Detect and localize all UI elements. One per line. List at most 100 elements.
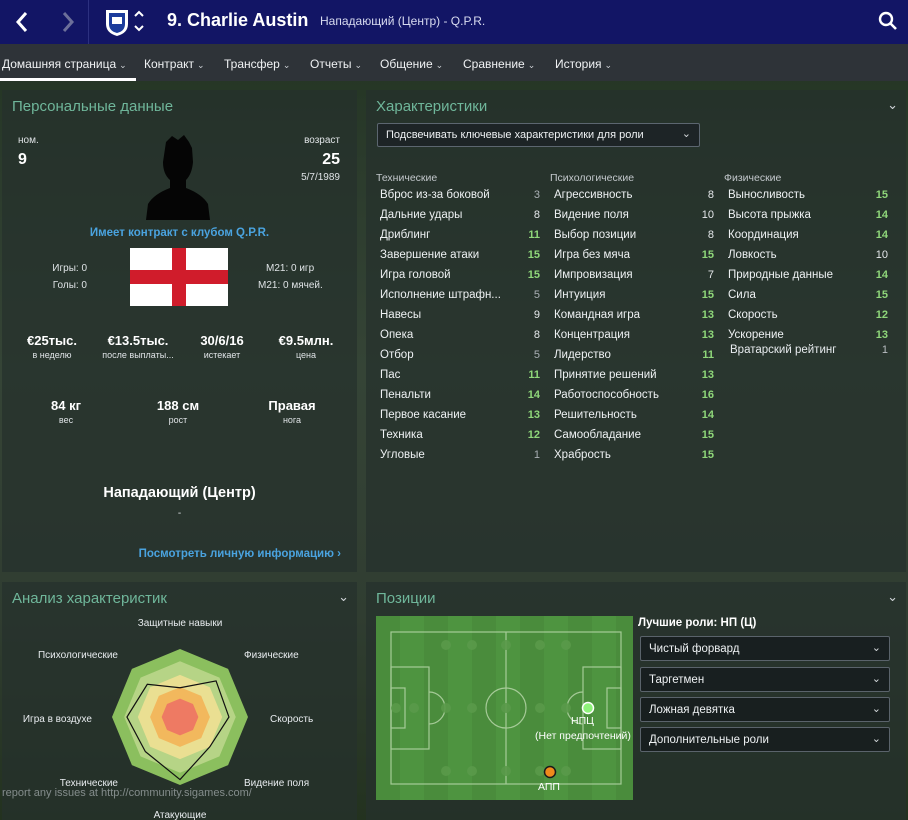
- chevron-left-icon: [15, 12, 28, 32]
- attribute-row[interactable]: Дриблинг 11: [376, 229, 540, 249]
- attribute-row[interactable]: Навесы 9: [376, 309, 540, 329]
- menu-reports[interactable]: Отчеты ⌄: [310, 57, 362, 71]
- wage-stat: €25тыс. в неделю: [26, 333, 77, 360]
- attribute-name: Принятие решений: [554, 369, 657, 381]
- attribute-value: 11: [528, 369, 540, 381]
- attribute-row[interactable]: Решительность 14: [550, 409, 714, 429]
- attribute-row[interactable]: Отбор 5: [376, 349, 540, 369]
- attribute-name: Ловкость: [728, 249, 777, 261]
- highlight-role-dropdown[interactable]: Подсвечивать ключевые характеристики для…: [377, 123, 700, 147]
- attribute-value: 8: [707, 229, 714, 241]
- attribute-row[interactable]: Скорость 12: [724, 309, 888, 329]
- attribute-column: Физические Выносливость 15 Высота прыжка 14 К…: [724, 172, 888, 349]
- panel-title: Характеристики: [376, 98, 488, 115]
- attribute-value: 12: [875, 309, 888, 321]
- attribute-row[interactable]: Первое касание 13: [376, 409, 540, 429]
- attribute-column-header: Физические: [724, 172, 782, 184]
- attribute-row[interactable]: Завершение атаки 15: [376, 249, 540, 269]
- menu-interaction[interactable]: Общение ⌄: [380, 57, 443, 71]
- attribute-row[interactable]: Храбрость 15: [550, 449, 714, 469]
- player-silhouette: [142, 132, 214, 223]
- menu-comparison[interactable]: Сравнение ⌄: [463, 57, 535, 71]
- attribute-row[interactable]: Самообладание 15: [550, 429, 714, 449]
- attribute-value: 14: [875, 269, 888, 281]
- attribute-value: 14: [701, 409, 714, 421]
- attribute-name: Опека: [380, 329, 414, 341]
- attribute-name: Координация: [728, 229, 799, 241]
- u21-goals-stat: M21: 0 мячей.: [258, 280, 323, 291]
- secondary-position-label: АПП: [538, 781, 560, 793]
- menu-history[interactable]: История ⌄: [555, 57, 612, 71]
- role-dropdown-pure-forward[interactable]: Чистый форвард ⌄: [640, 636, 890, 661]
- contract-link[interactable]: Имеет контракт с клубом Q.P.R.: [2, 227, 357, 239]
- footer-report-text: report any issues at http://community.si…: [2, 787, 252, 799]
- analysis-panel: Анализ характеристик ⌄ Защитные навыки Фи…: [2, 582, 357, 820]
- attribute-name: Концентрация: [554, 329, 630, 341]
- collapse-icon[interactable]: ⌄: [887, 589, 898, 605]
- attribute-row[interactable]: Ловкость 10: [724, 249, 888, 269]
- attribute-row[interactable]: Агрессивность 8: [550, 189, 714, 209]
- attribute-row[interactable]: Выносливость 15: [724, 189, 888, 209]
- chevron-down-icon: ⌄: [435, 60, 444, 70]
- attribute-row[interactable]: Выбор позиции 8: [550, 229, 714, 249]
- menu-home[interactable]: Домашняя страница ⌄: [2, 57, 127, 71]
- attribute-row[interactable]: Техника 12: [376, 429, 540, 449]
- role-dropdown-false-nine[interactable]: Ложная девятка ⌄: [640, 697, 890, 722]
- attribute-row[interactable]: Вброс из-за боковой 3: [376, 189, 540, 209]
- menu-transfer[interactable]: Трансфер ⌄: [224, 57, 290, 71]
- attribute-row[interactable]: Угловые 1: [376, 449, 540, 469]
- attribute-value: 8: [533, 209, 540, 221]
- attribute-row[interactable]: Игра без мяча 15: [550, 249, 714, 269]
- attribute-row[interactable]: Работоспособность 16: [550, 389, 714, 409]
- back-button[interactable]: [0, 0, 44, 44]
- attribute-row[interactable]: Концентрация 13: [550, 329, 714, 349]
- page-subtitle: Нападающий (Центр) - Q.P.R.: [320, 14, 486, 28]
- attribute-row[interactable]: Высота прыжка 14: [724, 209, 888, 229]
- attribute-row[interactable]: Принятие решений 13: [550, 369, 714, 389]
- attribute-row[interactable]: Природные данные 14: [724, 269, 888, 289]
- attribute-row[interactable]: Опека 8: [376, 329, 540, 349]
- goals-stat: Голы: 0: [52, 280, 87, 291]
- attribute-name: Техника: [380, 429, 423, 441]
- attribute-name: Игра головой: [380, 269, 451, 281]
- attribute-row[interactable]: Пенальти 14: [376, 389, 540, 409]
- attribute-name: Командная игра: [554, 309, 641, 321]
- attribute-name: Самообладание: [554, 429, 641, 441]
- search-button[interactable]: [878, 11, 898, 34]
- attribute-value: 15: [875, 289, 888, 301]
- club-crest-icon[interactable]: [104, 6, 152, 41]
- attribute-value: 13: [875, 329, 888, 341]
- forward-button[interactable]: [46, 0, 90, 44]
- attribute-row[interactable]: Сила 15: [724, 289, 888, 309]
- player-position: Нападающий (Центр): [103, 485, 256, 501]
- attribute-value: 15: [701, 429, 714, 441]
- attribute-name: Видение поля: [554, 209, 629, 221]
- attribute-row[interactable]: Командная игра 13: [550, 309, 714, 329]
- role-dropdown-additional[interactable]: Дополнительные роли ⌄: [640, 727, 890, 752]
- attribute-value: 3: [533, 189, 540, 201]
- attribute-name: Пас: [380, 369, 401, 381]
- attribute-row[interactable]: Импровизация 7: [550, 269, 714, 289]
- attribute-value: 14: [527, 389, 540, 401]
- attribute-row[interactable]: Дальние удары 8: [376, 209, 540, 229]
- collapse-icon[interactable]: ⌄: [887, 97, 898, 113]
- menu-contract[interactable]: Контракт ⌄: [144, 57, 205, 71]
- attribute-row[interactable]: Интуиция 15: [550, 289, 714, 309]
- role-dropdown-target-man[interactable]: Таргетмен ⌄: [640, 667, 890, 692]
- personal-info-link[interactable]: Посмотреть личную информацию ›: [139, 548, 341, 560]
- attribute-column: Психологические Агрессивность 8 Видение пол…: [550, 172, 714, 469]
- attribute-name: Храбрость: [554, 449, 611, 461]
- number-label: ном.: [18, 135, 39, 146]
- attribute-row[interactable]: Пас 11: [376, 369, 540, 389]
- chevron-down-icon: ⌄: [871, 703, 881, 715]
- attribute-row[interactable]: Лидерство 11: [550, 349, 714, 369]
- attribute-row[interactable]: Координация 14: [724, 229, 888, 249]
- attribute-value: 13: [701, 369, 714, 381]
- radar-axis-label: Скорость: [270, 714, 313, 725]
- weight-stat: 84 кг вес: [51, 398, 81, 425]
- attribute-row[interactable]: Игра головой 15: [376, 269, 540, 289]
- attribute-row[interactable]: Исполнение штрафн... 5: [376, 289, 540, 309]
- attribute-value: 5: [533, 289, 540, 301]
- attribute-row[interactable]: Видение поля 10: [550, 209, 714, 229]
- attribute-value: 5: [533, 349, 540, 361]
